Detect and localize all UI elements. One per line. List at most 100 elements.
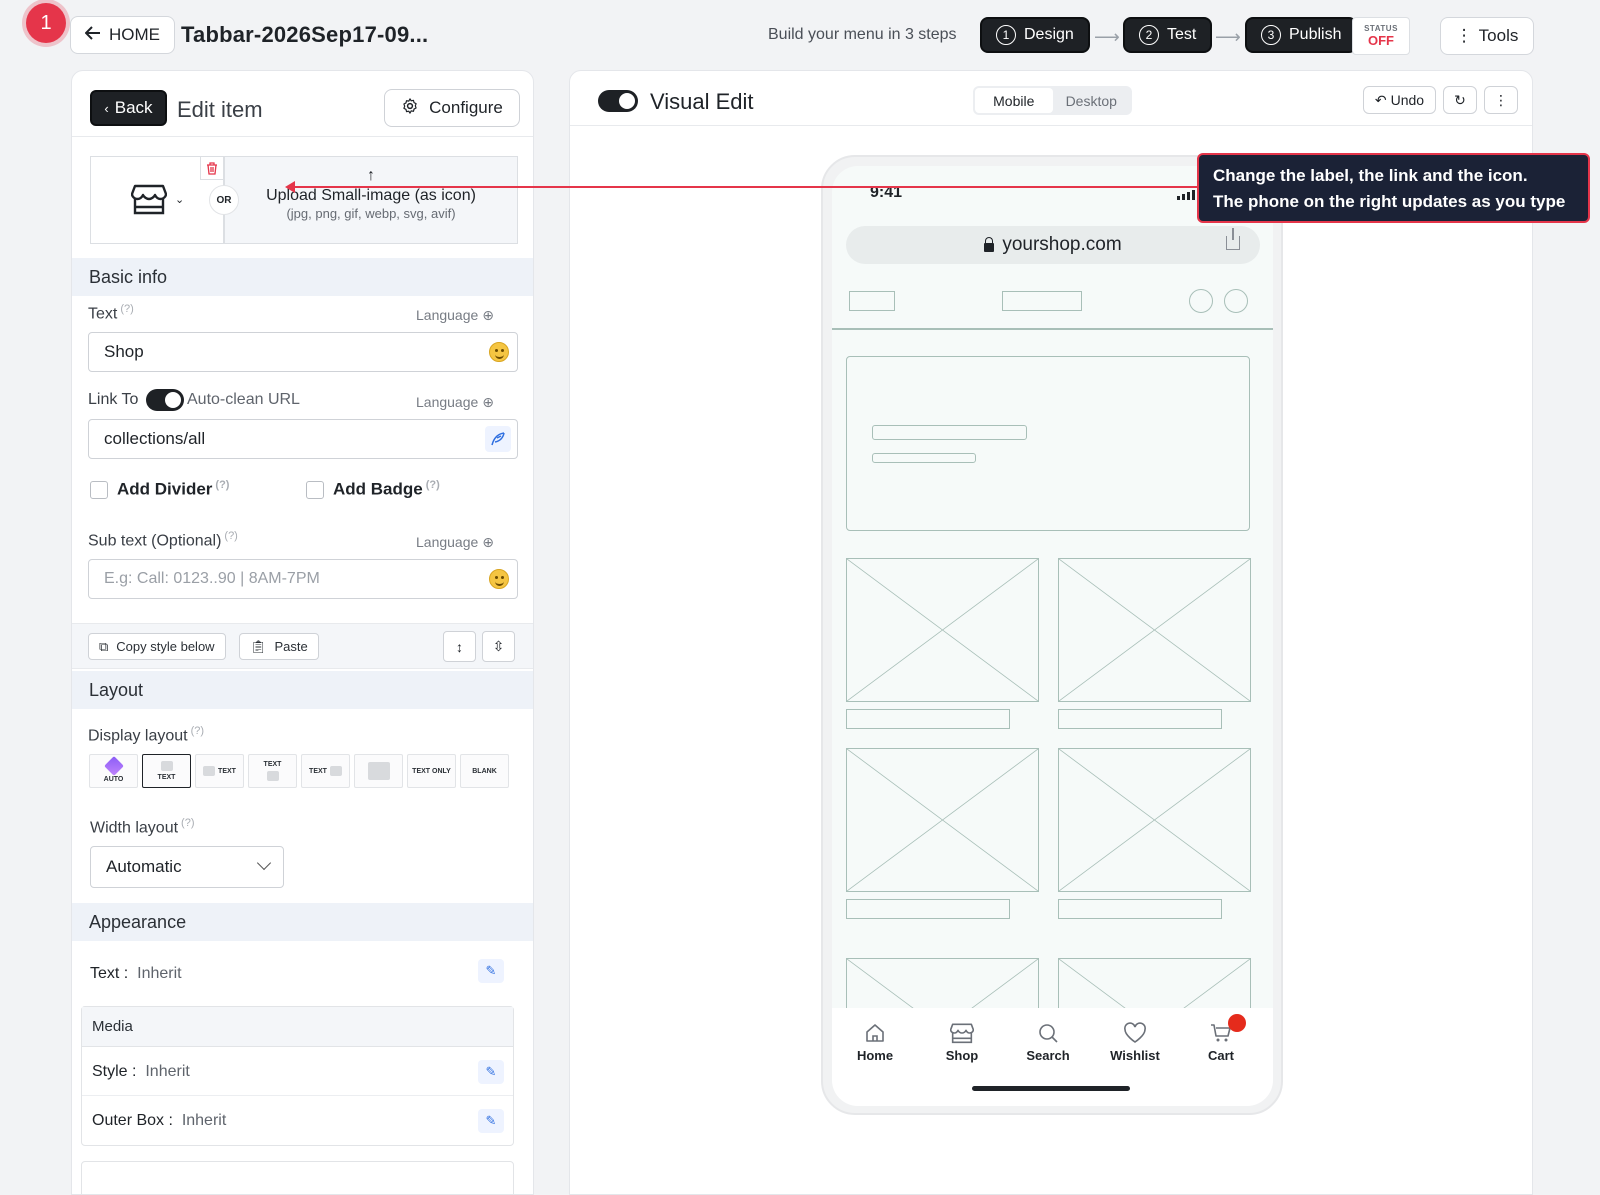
clipboard-icon: 📋︎: [250, 638, 267, 654]
tab-label: Cart: [1207, 1048, 1234, 1063]
step-test-button[interactable]: 2 Test: [1123, 17, 1213, 53]
chevron-left-icon: ‹: [104, 100, 109, 116]
appearance-heading: Appearance: [72, 903, 533, 941]
home-button-label: HOME: [109, 25, 160, 44]
wireframe-caption: [1058, 899, 1222, 919]
add-badge-checkbox[interactable]: [306, 481, 324, 499]
collapse-vertical-icon[interactable]: ⇳: [482, 631, 515, 662]
layout-option-icon-left[interactable]: TEXT: [195, 754, 244, 788]
step-label: Test: [1167, 26, 1197, 43]
preview-header: Visual Edit Mobile Desktop ↶ Undo ↻ ⋮: [570, 71, 1532, 126]
layout-option-blank[interactable]: BLANK: [460, 754, 509, 788]
layout-option-icon-only[interactable]: [354, 754, 403, 788]
subtext-input[interactable]: E.g: Call: 0123..90 | 8AM-7PM: [88, 559, 518, 599]
add-divider-checkbox[interactable]: [90, 481, 108, 499]
tab-bar: Home Shop Search Wishlist Cart: [832, 1008, 1273, 1106]
more-vertical-icon: ⋮: [1455, 26, 1473, 45]
redo-button[interactable]: ↻: [1443, 86, 1477, 114]
edit-pencil-icon[interactable]: ✎: [478, 1060, 504, 1084]
wireframe-banner: [846, 356, 1250, 531]
tab-label: Search: [1026, 1048, 1070, 1063]
undo-button[interactable]: ↶ Undo: [1363, 86, 1436, 114]
browser-url-bar: yourshop.com: [846, 226, 1260, 264]
text-input[interactable]: Shop: [88, 332, 518, 372]
layout-option-text-only[interactable]: TEXT ONLY: [407, 754, 456, 788]
step-design-button[interactable]: 1 Design: [980, 17, 1090, 53]
link-to-label: Link To: [88, 391, 139, 408]
wireframe-line: [872, 425, 1027, 440]
media-heading: Media: [82, 1007, 513, 1047]
expand-vertical-icon[interactable]: ↕: [443, 631, 476, 662]
subtext-label: Sub text (Optional) (?): [88, 530, 238, 550]
tooltip-line-1: Change the label, the link and the icon.: [1213, 166, 1528, 185]
layout-option-auto[interactable]: AUTO: [89, 754, 138, 788]
link-input[interactable]: collections/all: [88, 419, 518, 459]
link-picker-icon[interactable]: [485, 426, 511, 452]
step-label: Publish: [1289, 26, 1342, 43]
basic-info-heading: Basic info: [72, 258, 533, 296]
tab-label: Shop: [945, 1048, 979, 1063]
tools-button[interactable]: ⋮ Tools: [1440, 17, 1534, 55]
paste-button[interactable]: 📋︎ Paste: [239, 633, 319, 660]
step-publish-button[interactable]: 3 Publish: [1245, 17, 1358, 53]
layout-heading: Layout: [72, 671, 533, 709]
callout-arrow-head: [285, 181, 295, 193]
tab-home[interactable]: Home: [835, 1020, 915, 1063]
panel-title: Edit item: [177, 97, 263, 122]
display-layout-label: Display layout (?): [88, 725, 205, 745]
edit-pencil-icon[interactable]: ✎: [478, 959, 504, 983]
text-input-value: Shop: [104, 342, 144, 361]
upload-formats: (jpg, png, gif, webp, svg, avif): [286, 206, 456, 221]
mode-desktop-tab[interactable]: Desktop: [1053, 88, 1131, 113]
media-style-row: Style : Inherit ✎: [82, 1047, 513, 1096]
home-button[interactable]: HOME: [70, 16, 175, 54]
link-input-value: collections/all: [104, 429, 206, 448]
auto-clean-label: Auto-clean URL: [187, 391, 300, 408]
width-layout-select[interactable]: Automatic: [90, 846, 284, 888]
status-value: OFF: [1368, 33, 1394, 48]
arrow-right-icon: ⟶: [1094, 27, 1120, 47]
next-section-box: [81, 1161, 514, 1194]
auto-clean-toggle[interactable]: [146, 389, 184, 411]
image-icon: [266, 771, 279, 781]
layout-option-icon-bottom[interactable]: TEXT: [248, 754, 297, 788]
tab-cart[interactable]: Cart: [1181, 1014, 1261, 1063]
tab-search[interactable]: Search: [1008, 1020, 1088, 1063]
emoji-icon[interactable]: [489, 342, 509, 362]
chevron-down-icon: ⌄: [175, 194, 185, 206]
upload-image-dropzone[interactable]: ↑ Upload Small-image (as icon) (jpg, png…: [224, 156, 518, 244]
tab-wishlist[interactable]: Wishlist: [1095, 1020, 1175, 1063]
language-link[interactable]: Language ⊕: [416, 307, 494, 324]
copy-style-button[interactable]: ⧉ Copy style below: [88, 633, 226, 660]
mode-mobile-tab[interactable]: Mobile: [975, 88, 1053, 113]
tab-shop[interactable]: Shop: [922, 1020, 1002, 1063]
appearance-text-row: Text : Inherit: [90, 965, 182, 982]
language-link[interactable]: Language ⊕: [416, 394, 494, 411]
status-label: STATUS: [1364, 24, 1398, 33]
language-link[interactable]: Language ⊕: [416, 534, 494, 551]
image-icon: [329, 766, 342, 776]
step-number: 1: [996, 25, 1016, 45]
trash-icon[interactable]: [200, 156, 224, 180]
tab-label: Wishlist: [1110, 1048, 1160, 1063]
wireframe-logo: [849, 291, 895, 311]
more-button[interactable]: ⋮: [1484, 86, 1518, 114]
share-icon: [1226, 228, 1240, 250]
visual-edit-toggle[interactable]: [598, 90, 638, 112]
layout-option-icon-top[interactable]: TEXT: [142, 754, 191, 788]
store-icon: [922, 1020, 1002, 1046]
wireframe-circle: [1189, 289, 1213, 313]
back-button[interactable]: ‹ Back: [90, 90, 167, 126]
text-field-label: Text (?): [88, 303, 134, 323]
edit-pencil-icon[interactable]: ✎: [478, 1109, 504, 1133]
wireframe-image: [846, 748, 1039, 892]
media-outer-box-row: Outer Box : Inherit ✎: [82, 1096, 513, 1145]
configure-button[interactable]: Configure: [384, 89, 520, 127]
browser-url: yourshop.com: [1002, 234, 1122, 255]
emoji-icon[interactable]: [489, 569, 509, 589]
or-divider: OR: [209, 185, 239, 215]
image-icon: [160, 761, 173, 771]
layout-option-icon-right[interactable]: TEXT: [301, 754, 350, 788]
wireframe-image: [1058, 558, 1251, 702]
edit-item-panel: ‹ Back Edit item Configure ⌄ OR ↑ Upload…: [71, 70, 534, 1195]
